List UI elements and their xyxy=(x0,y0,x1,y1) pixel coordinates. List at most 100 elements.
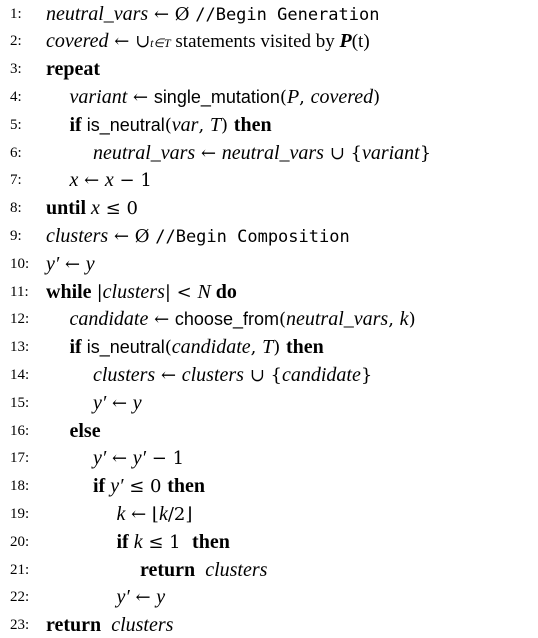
code-token: } xyxy=(419,142,432,164)
line-number: 10: xyxy=(10,255,30,272)
code-token: do xyxy=(210,280,237,303)
code-token: ∪ { xyxy=(243,364,282,386)
algorithm-line: 17: y′ ← y′ − 1 xyxy=(0,447,538,471)
line-number: 6: xyxy=(10,144,22,161)
line-number: 3: xyxy=(10,61,22,78)
line-code: variant ← single_mutation(P, covered) xyxy=(70,86,381,109)
line-code: y′ ← y′ − 1 xyxy=(93,447,184,470)
code-token: until xyxy=(46,197,92,220)
code-token: N xyxy=(197,280,211,303)
code-token: ← xyxy=(127,86,154,108)
code-token: P xyxy=(286,85,300,108)
line-code: while | clusters | < N do xyxy=(46,281,237,304)
code-token: //Begin Generation xyxy=(195,4,380,25)
code-token: ← Ø xyxy=(148,3,196,25)
code-token: ← Ø xyxy=(108,225,156,247)
line-number: 12: xyxy=(10,311,30,328)
algorithm-line: 16: else xyxy=(0,419,538,443)
line-code: repeat xyxy=(46,58,100,81)
line-code: covered ← ∪ t∈T statements visited by P (t… xyxy=(46,30,370,53)
line-code: until x ≤ 0 xyxy=(46,197,138,220)
code-token: choose_from xyxy=(174,309,279,330)
code-token: ← ∪ xyxy=(108,31,151,53)
line-number: 1: xyxy=(10,5,22,22)
code-token: variant xyxy=(361,141,420,164)
code-token: ← xyxy=(78,170,105,192)
line-code: if is_neutral(candidate, T) then xyxy=(70,336,324,359)
code-token: x xyxy=(69,169,79,192)
code-token: if xyxy=(93,475,111,498)
code-token: ) xyxy=(408,309,416,331)
code-token: ) xyxy=(273,337,286,359)
code-token: , xyxy=(198,114,210,136)
code-token: candidate xyxy=(69,308,149,331)
code-token: ∪ { xyxy=(323,142,362,164)
code-token: k xyxy=(399,308,409,331)
code-token: (t) xyxy=(351,31,370,53)
algorithm-line: 14: clusters ← clusters ∪ {candidate} xyxy=(0,363,538,387)
line-number: 19: xyxy=(10,505,30,522)
line-number: 16: xyxy=(10,422,30,439)
code-token: then xyxy=(233,113,272,136)
line-number: 8: xyxy=(10,200,22,217)
algorithm-line: 5: if is_neutral(var, T) then xyxy=(0,113,538,137)
code-token: /2⌋ xyxy=(167,503,193,525)
code-token: while xyxy=(46,280,97,303)
algorithm-line: 21: return clusters xyxy=(0,558,538,582)
code-token: T xyxy=(209,113,222,136)
code-token: clusters xyxy=(200,558,268,581)
code-token: k xyxy=(158,502,168,525)
algorithm-line: 8: until x ≤ 0 xyxy=(0,197,538,221)
code-token: if xyxy=(116,530,134,553)
code-token: ← xyxy=(106,448,133,470)
line-number: 18: xyxy=(10,478,30,495)
line-code: if y′ ≤ 0 then xyxy=(93,475,205,498)
code-token: clusters xyxy=(46,224,109,247)
algorithm-line: 11: while | clusters | < N do xyxy=(0,280,538,304)
line-number: 2: xyxy=(10,33,22,50)
algorithm-line: 15: y′ ← y xyxy=(0,391,538,415)
code-token: statements visited by xyxy=(170,31,340,53)
code-token: ) xyxy=(221,114,234,136)
line-code: clusters ← clusters ∪ {candidate} xyxy=(93,364,372,387)
code-token: y′ xyxy=(116,586,130,609)
code-token: | < xyxy=(164,281,198,303)
code-token: neutral_vars xyxy=(46,2,149,25)
code-token: then xyxy=(167,475,205,498)
code-token: single_mutation xyxy=(153,86,280,107)
line-number: 15: xyxy=(10,394,30,411)
line-code: clusters ← Ø //Begin Composition xyxy=(46,225,350,248)
line-number: 21: xyxy=(10,561,30,578)
algorithm-line: 1: neutral_vars ← Ø //Begin Generation xyxy=(0,2,538,26)
code-token: repeat xyxy=(46,58,101,81)
code-token: y′ xyxy=(93,391,107,414)
code-token: , xyxy=(388,309,400,331)
code-token: P xyxy=(339,30,352,53)
code-token: y xyxy=(85,252,95,275)
line-number: 4: xyxy=(10,88,22,105)
code-token: , xyxy=(299,86,311,108)
code-token: x xyxy=(104,169,114,192)
code-token: k xyxy=(133,530,143,553)
code-token: y xyxy=(132,391,142,414)
algorithm-line: 12: candidate ← choose_from(neutral_vars,… xyxy=(0,308,538,332)
algorithm-line: 3: repeat xyxy=(0,58,538,82)
line-number: 20: xyxy=(10,533,30,550)
code-token: ( xyxy=(164,337,172,359)
line-code: candidate ← choose_from(neutral_vars, k) xyxy=(70,308,416,331)
code-token: clusters xyxy=(106,614,174,637)
line-code: if is_neutral(var, T) then xyxy=(70,114,272,137)
code-token: if xyxy=(69,336,87,359)
code-token: ) xyxy=(373,86,381,108)
code-token: ← xyxy=(59,253,86,275)
code-token: , xyxy=(250,337,263,359)
line-number: 7: xyxy=(10,172,22,189)
code-token: neutral_vars xyxy=(286,308,389,331)
line-code: x ← x − 1 xyxy=(70,169,152,192)
line-number: 22: xyxy=(10,589,30,606)
code-token: ( xyxy=(278,309,286,331)
code-token: neutral_vars xyxy=(221,141,324,164)
line-code: y′ ← y xyxy=(117,586,166,609)
algorithm-line: 13: if is_neutral(candidate, T) then xyxy=(0,336,538,360)
algorithm-line: 18: if y′ ≤ 0 then xyxy=(0,475,538,499)
